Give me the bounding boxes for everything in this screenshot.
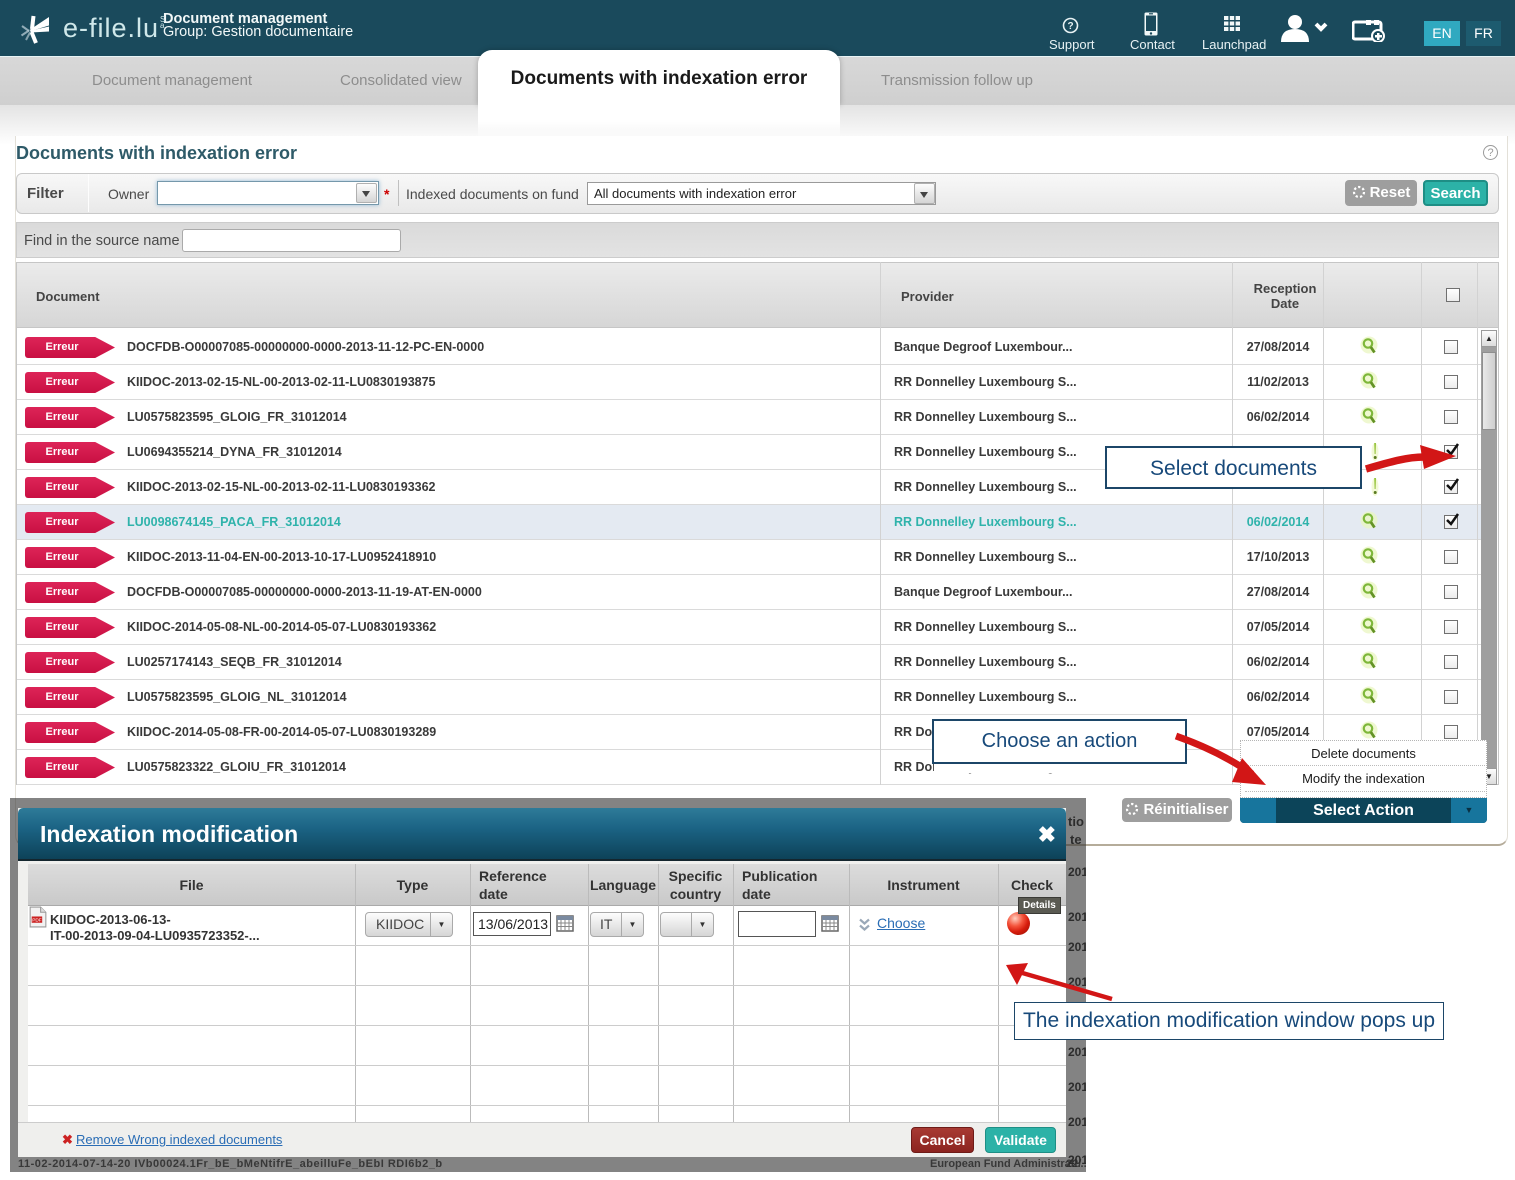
svg-text:?: ? xyxy=(1067,21,1073,32)
svg-text:PDF: PDF xyxy=(32,918,42,923)
